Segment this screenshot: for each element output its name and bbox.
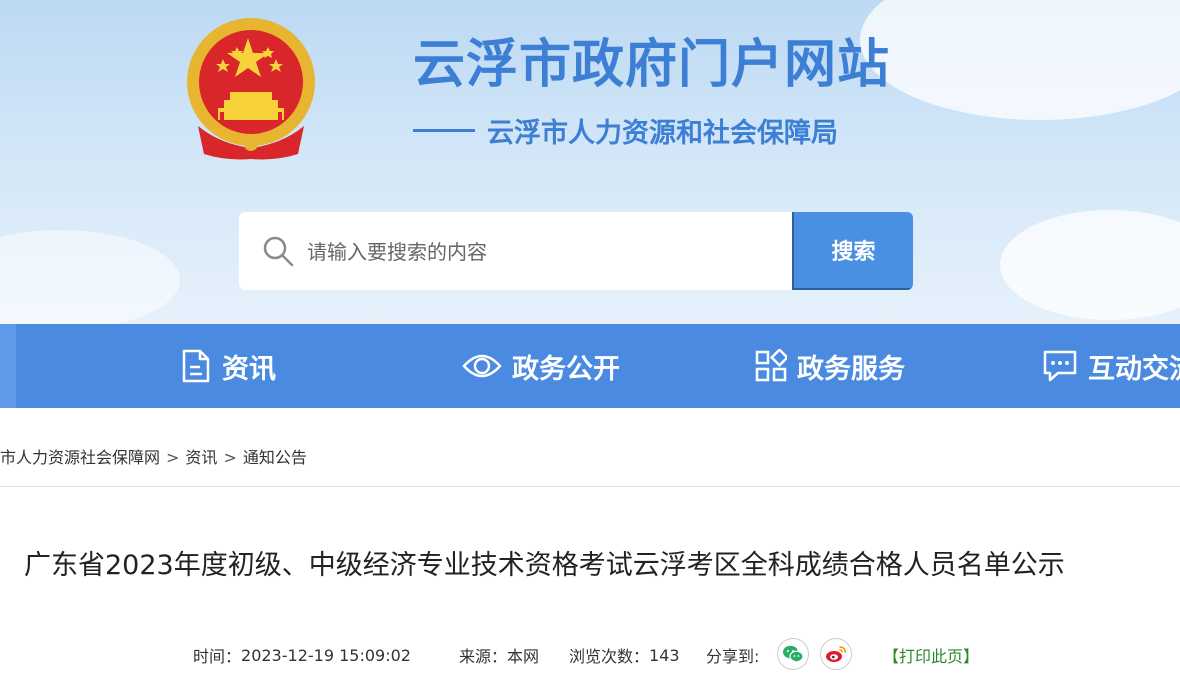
- wechat-icon: [783, 645, 804, 663]
- weibo-icon: [826, 646, 846, 662]
- nav-edge: [0, 324, 16, 408]
- breadcrumb-news[interactable]: 资讯: [185, 448, 217, 467]
- publish-time: 时间： 2023-12-19 15:09:02: [193, 639, 411, 671]
- breadcrumb-notices[interactable]: 通知公告: [243, 448, 307, 467]
- content-divider: [0, 486, 1180, 487]
- department-subtitle: 云浮市人力资源和社会保障局: [413, 111, 838, 150]
- print-page-link[interactable]: 【打印此页】: [883, 639, 979, 671]
- eye-icon: [462, 354, 502, 378]
- share-label: 分享到:: [706, 647, 760, 666]
- nav-item-services[interactable]: 政务服务: [755, 324, 905, 408]
- grid-icon: [755, 349, 787, 382]
- site-title: 云浮市政府门户网站: [413, 35, 891, 95]
- nav-label-interaction: 互动交流: [1088, 353, 1180, 385]
- nav-label-news: 资讯: [222, 353, 276, 385]
- nav-item-public-affairs[interactable]: 政务公开: [462, 324, 620, 408]
- weibo-share-button[interactable]: [820, 638, 852, 670]
- breadcrumb-separator: >: [223, 448, 237, 467]
- breadcrumb-home[interactable]: 云浮市人力资源社会保障网: [0, 448, 160, 467]
- article-source: 来源： 本网: [459, 639, 539, 671]
- nav-item-interaction[interactable]: 互动交流: [1042, 324, 1180, 408]
- nav-label-services: 政务服务: [797, 353, 905, 385]
- source-value: 本网: [507, 647, 540, 666]
- main-nav: 资讯 政务公开 政务服务 互动交流: [0, 324, 1180, 408]
- nav-label-public-affairs: 政务公开: [512, 353, 620, 385]
- views-value: 143: [649, 645, 680, 665]
- view-count: 浏览次数： 143: [569, 639, 680, 671]
- search-input[interactable]: [305, 212, 789, 290]
- article-title: 广东省2023年度初级、中级经济专业技术资格考试云浮考区全科成绩合格人员名单公示: [24, 550, 1065, 581]
- source-label: 来源：: [459, 647, 508, 666]
- department-name: 云浮市人力资源和社会保障局: [487, 118, 838, 149]
- national-emblem-icon: [187, 18, 315, 160]
- search-button[interactable]: 搜索: [792, 212, 913, 290]
- breadcrumb-separator: >: [166, 448, 180, 467]
- publish-time-value: 2023-12-19 15:09:02: [241, 645, 411, 665]
- search-bar: 搜索: [239, 212, 913, 290]
- wechat-share-button[interactable]: [777, 638, 809, 670]
- nav-item-news[interactable]: 资讯: [180, 324, 276, 408]
- chat-icon: [1043, 350, 1077, 382]
- search-icon: [263, 236, 294, 267]
- publish-time-label: 时间：: [193, 647, 242, 666]
- document-icon: [182, 349, 210, 383]
- breadcrumb: 云浮市人力资源社会保障网 > 资讯 > 通知公告: [0, 444, 307, 468]
- views-label: 浏览次数：: [569, 647, 650, 666]
- subtitle-dash: [413, 129, 475, 132]
- site-header: 云浮市政府门户网站 云浮市人力资源和社会保障局 搜索: [0, 0, 1180, 324]
